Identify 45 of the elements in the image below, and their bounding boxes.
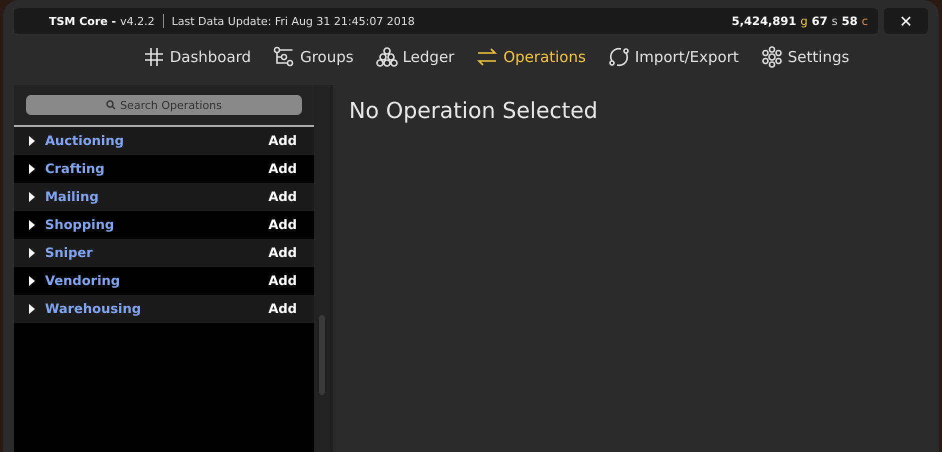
money-unit: g [800, 14, 808, 28]
search-placeholder: Search Operations [120, 98, 222, 112]
money-amount: 58 [842, 14, 858, 28]
add-button[interactable]: Add [268, 274, 297, 288]
nav-tab[interactable]: Operations [476, 46, 586, 68]
last-update-text: Last Data Update: Fri Aug 31 21:45:07 2018 [172, 14, 415, 28]
money-unit: s [832, 14, 838, 28]
app-name: TSM Core - [49, 14, 116, 28]
operation-row[interactable]: Auctioning Add [14, 127, 314, 155]
scrollbar[interactable] [314, 85, 330, 452]
close-button[interactable]: ✕ [884, 8, 928, 34]
version-text: v4.2.2 [120, 14, 155, 28]
add-button[interactable]: Add [268, 218, 297, 232]
money-amount: 5,424,891 [732, 14, 796, 28]
add-button[interactable]: Add [268, 190, 297, 204]
operation-label: Warehousing [45, 302, 142, 316]
search-icon [106, 100, 116, 110]
money-unit: c [862, 14, 868, 28]
swap-arrows-icon [476, 46, 498, 68]
operation-row[interactable]: Warehousing Add [14, 295, 314, 323]
coins-icon [376, 46, 398, 68]
operation-label: Shopping [45, 218, 114, 232]
operation-row[interactable]: Sniper Add [14, 239, 314, 267]
settings-icon [760, 46, 783, 68]
operation-label: Auctioning [45, 134, 124, 148]
add-button[interactable]: Add [268, 302, 297, 316]
nodes-icon [273, 46, 296, 68]
operation-label: Sniper [45, 246, 93, 260]
nav-tab[interactable]: Dashboard [142, 46, 252, 68]
nav-tab[interactable]: Import/Export [608, 46, 739, 68]
grid-icon [142, 46, 165, 68]
content-heading: No Operation Selected [349, 99, 599, 124]
add-button[interactable]: Add [268, 162, 297, 176]
operation-row[interactable]: Mailing Add [14, 183, 314, 211]
add-button[interactable]: Add [268, 134, 297, 148]
nav-tab[interactable]: Settings [760, 46, 850, 68]
nav-tab[interactable]: Groups [273, 46, 354, 68]
search-field[interactable]: Search Operations [26, 95, 302, 115]
add-button[interactable]: Add [268, 246, 297, 260]
operation-label: Vendoring [45, 274, 120, 288]
operation-label: Mailing [45, 190, 99, 204]
nav-tab[interactable]: Ledger [376, 46, 454, 68]
operation-label: Crafting [45, 162, 105, 176]
sync-icon [608, 46, 630, 68]
money-amount: 67 [812, 14, 828, 28]
